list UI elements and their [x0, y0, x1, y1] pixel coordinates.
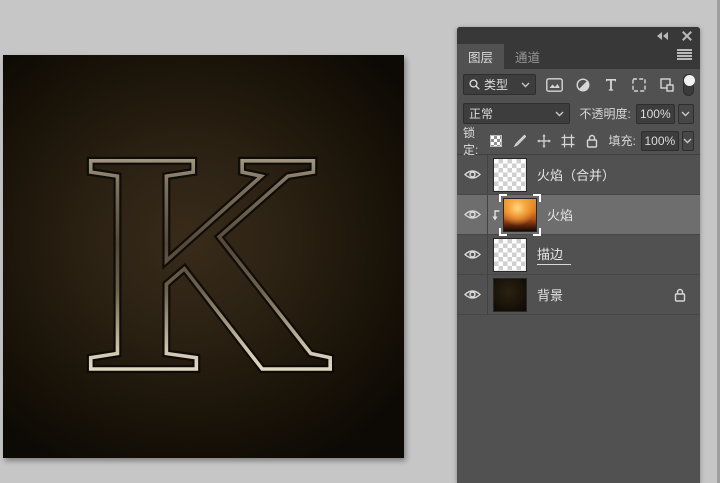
fill-dropdown-button[interactable] [681, 130, 694, 151]
svg-text:K: K [85, 86, 333, 438]
visibility-toggle[interactable] [457, 235, 488, 274]
eye-icon [463, 290, 481, 299]
eye-icon [463, 210, 481, 219]
chevron-down-icon [683, 138, 692, 143]
clipping-mask-icon [488, 209, 503, 221]
letter-k-artwork: K K [81, 82, 337, 442]
layer-name[interactable]: 描边 [537, 244, 572, 265]
panel-tabs: 图层 通道 [457, 44, 700, 69]
layer-row-background[interactable]: 背景 [457, 275, 700, 315]
layer-list: 火焰（合并） 火焰 描边 背景 [457, 154, 700, 315]
layer-row-flame-merged[interactable]: 火焰（合并） [457, 155, 700, 195]
layer-thumbnail[interactable] [493, 277, 527, 312]
layer-row-stroke[interactable]: 描边 [457, 235, 700, 275]
layer-filter-row: 类型 [457, 69, 700, 100]
filter-pixel-layers-icon[interactable] [546, 76, 564, 93]
eye-icon [463, 250, 481, 259]
filter-toggle-switch[interactable] [683, 73, 696, 96]
layer-row-flame[interactable]: 火焰 [457, 193, 700, 236]
blend-mode-value: 正常 [469, 107, 494, 121]
visibility-toggle[interactable] [457, 155, 488, 194]
close-icon[interactable] [682, 31, 692, 41]
layer-name[interactable]: 火焰 [547, 205, 573, 224]
layer-thumbnail-selected[interactable] [499, 193, 541, 236]
opacity-label: 不透明度: [579, 107, 631, 121]
layer-thumbnail[interactable] [493, 237, 527, 272]
collapse-panel-icon[interactable] [657, 31, 668, 40]
opacity-dropdown-button[interactable] [677, 103, 694, 124]
chevron-down-icon [555, 111, 564, 116]
chevron-down-icon [681, 111, 690, 116]
blend-mode-select[interactable]: 正常 [463, 103, 571, 124]
search-icon [469, 79, 480, 90]
lock-icons [488, 133, 600, 149]
filter-adjustment-layers-icon[interactable] [574, 76, 591, 93]
lock-fill-row: 锁定: 填充: 100% [457, 126, 700, 157]
lock-label: 锁定: [463, 125, 479, 157]
lock-position-icon[interactable] [536, 133, 552, 149]
blend-opacity-row: 正常 不透明度: 100% [457, 100, 700, 127]
filter-kind-select[interactable]: 类型 [463, 74, 537, 95]
layer-name[interactable]: 火焰（合并） [537, 165, 615, 184]
tab-layers[interactable]: 图层 [457, 44, 505, 69]
eye-icon [463, 170, 481, 179]
opacity-value[interactable]: 100% [635, 103, 675, 124]
panel-menu-icon[interactable] [677, 49, 692, 60]
lock-all-icon[interactable] [584, 133, 600, 149]
lock-artboard-icon[interactable] [560, 133, 576, 149]
lock-transparency-icon[interactable] [488, 133, 504, 149]
document-canvas[interactable]: K K [3, 55, 404, 458]
filter-type-layers-icon[interactable] [602, 76, 619, 93]
filter-type-icons [546, 76, 675, 93]
fill-label: 填充: [608, 134, 636, 148]
chevron-down-icon [521, 82, 530, 87]
visibility-toggle[interactable] [457, 275, 488, 314]
filter-kind-label: 类型 [484, 78, 509, 92]
lock-pixels-icon[interactable] [512, 133, 528, 149]
layer-thumbnail[interactable] [493, 157, 527, 192]
visibility-toggle[interactable] [457, 195, 488, 234]
layer-name[interactable]: 背景 [537, 285, 563, 304]
filter-smart-objects-icon[interactable] [658, 76, 675, 93]
fill-value[interactable]: 100% [640, 130, 679, 151]
filter-shape-layers-icon[interactable] [630, 76, 647, 93]
tab-channels[interactable]: 通道 [504, 44, 551, 69]
layers-panel: 图层 通道 类型 正常 不透明度: 100% 锁定: 填充: 100% 火焰（合… [457, 27, 700, 483]
filter-toggle-knob [684, 74, 696, 86]
layer-lock-icon [674, 288, 686, 302]
panel-titlebar [457, 27, 700, 44]
